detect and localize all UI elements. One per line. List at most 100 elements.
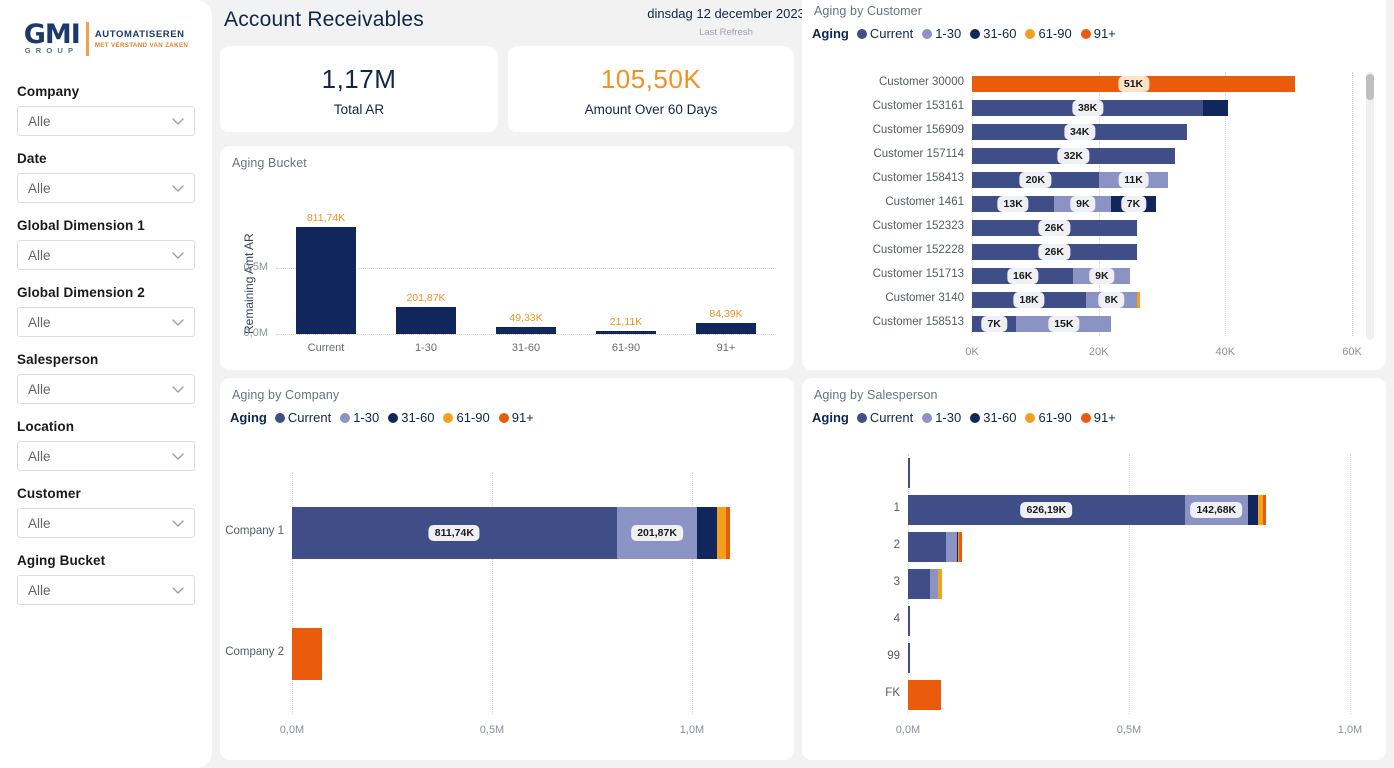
dashboard-page: GMI GROUP AUTOMATISEREN MET VERSTAND VAN… — [0, 0, 1394, 768]
bar-segment-current[interactable] — [908, 606, 910, 637]
bar-91[interactable] — [696, 322, 756, 334]
chart-plot-aging-by-company[interactable]: 0,0M 0,5M 1,0M Company 1 811,74K 201,87K Compa… — [220, 442, 794, 760]
row-label-99[interactable]: 99 — [806, 650, 900, 662]
bar-segment-61-90[interactable] — [938, 569, 942, 599]
filter-select-location[interactable]: Alle — [17, 441, 195, 471]
bar-segment-91[interactable] — [1263, 494, 1266, 525]
x-axis-tick-label: 0,5M — [1116, 724, 1142, 736]
legend-item-31-60-company[interactable]: 31-60 — [388, 410, 434, 425]
logo: GMI GROUP AUTOMATISEREN MET VERSTAND VAN… — [17, 0, 195, 84]
legend-item-91-customer[interactable]: 91+ — [1080, 26, 1116, 41]
legend-item-61-90-customer[interactable]: 61-90 — [1025, 26, 1072, 41]
legend-item-31-60-customer[interactable]: 31-60 — [970, 26, 1016, 41]
bar-1-30[interactable] — [396, 307, 456, 334]
row-label-customer-156909[interactable]: Customer 156909 — [806, 124, 964, 136]
chart-scrollbar-thumb[interactable] — [1366, 74, 1374, 100]
legend-item-31-60-salesperson[interactable]: 31-60 — [970, 410, 1016, 425]
row-label-customer-153161[interactable]: Customer 153161 — [806, 100, 964, 112]
bar-current[interactable] — [296, 226, 356, 334]
filter-select-global-dimension-1[interactable]: Alle — [17, 240, 195, 270]
filter-select-company[interactable]: Alle — [17, 106, 195, 136]
row-label-customer-3140[interactable]: Customer 3140 — [806, 292, 964, 304]
gridline-vertical — [1129, 454, 1130, 714]
row-label-customer-1461[interactable]: Customer 1461 — [806, 196, 964, 208]
bar-segment-value-label: 20K — [1019, 172, 1051, 188]
filter-value-location: Alle — [28, 448, 51, 464]
row-label-4[interactable]: 4 — [806, 613, 900, 625]
legend-item-1-30-company[interactable]: 1-30 — [340, 410, 379, 425]
x-axis-tick-label: 0K — [965, 346, 979, 358]
bar-segment-31-60[interactable] — [1203, 100, 1229, 116]
chevron-down-icon — [170, 247, 186, 263]
filter-select-global-dimension-2[interactable]: Alle — [17, 307, 195, 337]
bar-segment-1-30[interactable] — [930, 569, 938, 599]
legend-item-current-salesperson[interactable]: Current — [856, 410, 913, 425]
filter-label-company: Company — [17, 84, 80, 99]
x-axis-category-label: 61-90 — [611, 342, 641, 354]
bar-segment-value-label: 9K — [1089, 268, 1115, 284]
row-label-customer-151713[interactable]: Customer 151713 — [806, 268, 964, 280]
row-label-company-1[interactable]: Company 1 — [224, 525, 284, 537]
filter-select-customer[interactable]: Alle — [17, 508, 195, 538]
row-label-customer-152228[interactable]: Customer 152228 — [806, 244, 964, 256]
legend-item-91-company[interactable]: 91+ — [498, 410, 534, 425]
bar-segment-31-60[interactable] — [1247, 494, 1258, 525]
legend-dot-91-icon — [1080, 412, 1091, 423]
bar-segment-value-label: 51K — [1117, 76, 1150, 92]
x-axis-tick-label: 0,5M — [479, 724, 505, 736]
bar-61-90[interactable] — [596, 331, 656, 334]
legend-item-current-customer[interactable]: Current — [856, 26, 913, 41]
legend-title-company: Aging — [230, 410, 267, 425]
bar-segment-31-60[interactable] — [697, 506, 718, 559]
filter-select-salesperson[interactable]: Alle — [17, 374, 195, 404]
legend-item-91-salesperson[interactable]: 91+ — [1080, 410, 1116, 425]
bar-segment-91[interactable] — [292, 627, 322, 680]
bar-segment-value-label: 26K — [1038, 244, 1070, 260]
row-label-company-2[interactable]: Company 2 — [224, 646, 284, 658]
filter-list: Company Alle Date Alle Global Dimension 1 All… — [17, 84, 195, 605]
row-label-3[interactable]: 3 — [806, 576, 900, 588]
row-label-customer-158513[interactable]: Customer 158513 — [806, 316, 964, 328]
bar-segment-91[interactable] — [725, 506, 730, 559]
row-label-customer-158413[interactable]: Customer 158413 — [806, 172, 964, 184]
chevron-down-icon — [170, 582, 186, 598]
logo-gmi-text: GMI — [23, 18, 81, 50]
bar-segment-current[interactable] — [908, 569, 931, 599]
bar-segment-91[interactable] — [908, 680, 941, 711]
legend-dot-1-30-icon — [922, 412, 933, 423]
chart-scrollbar-track[interactable] — [1366, 72, 1374, 340]
logo-group-text: GROUP — [24, 45, 79, 55]
chart-plot-aging-bucket[interactable]: Remaining Amt AR 0,0M 0,5M 811,74K Current 20… — [220, 168, 794, 370]
bar-segment-91[interactable] — [958, 531, 962, 562]
row-label-customer-152323[interactable]: Customer 152323 — [806, 220, 964, 232]
row-label-customer-30000[interactable]: Customer 30000 — [806, 76, 964, 88]
legend-item-current-company[interactable]: Current — [274, 410, 331, 425]
kpi-card-over-60-days: 105,50K Amount Over 60 Days — [508, 46, 794, 132]
legend-item-61-90-salesperson[interactable]: 61-90 — [1025, 410, 1072, 425]
legend-item-1-30-customer[interactable]: 1-30 — [922, 26, 961, 41]
legend-dot-31-60-icon — [970, 412, 981, 423]
chart-plot-aging-by-customer[interactable]: 0K 20K 40K 60K Customer 30000 51K Customer 153… — [802, 58, 1386, 370]
bar-segment-61-90[interactable] — [717, 506, 726, 559]
bar-31-60[interactable] — [496, 327, 556, 334]
chart-plot-aging-by-salesperson[interactable]: 0,0M 0,5M 1,0M 1 626,19K 142,68K 2 3 4 99 FK — [802, 442, 1386, 760]
bar-segment-current[interactable] — [908, 457, 910, 488]
bar-segment-current[interactable] — [908, 643, 910, 674]
row-label-fk[interactable]: FK — [806, 687, 900, 699]
bar-segment-61-90[interactable] — [1136, 292, 1141, 308]
bar-segment-current[interactable] — [908, 531, 946, 562]
bar-segment-value-label: 8K — [1098, 292, 1125, 308]
legend-item-61-90-company[interactable]: 61-90 — [443, 410, 490, 425]
filter-select-aging-bucket[interactable]: Alle — [17, 575, 195, 605]
row-label-1[interactable]: 1 — [806, 502, 900, 514]
filter-select-date[interactable]: Alle — [17, 173, 195, 203]
legend-item-1-30-salesperson[interactable]: 1-30 — [922, 410, 961, 425]
row-label-2[interactable]: 2 — [806, 539, 900, 551]
bar-segment-1-30[interactable] — [946, 531, 957, 562]
logo-automatiseren-text: AUTOMATISEREN — [94, 28, 185, 40]
legend-label-1-30: 1-30 — [353, 410, 380, 425]
legend-label-31-60: 31-60 — [983, 26, 1017, 41]
kpi-card-total-ar: 1,17M Total AR — [220, 46, 498, 132]
legend-dot-1-30-icon — [340, 412, 351, 423]
row-label-customer-157114[interactable]: Customer 157114 — [806, 148, 964, 160]
